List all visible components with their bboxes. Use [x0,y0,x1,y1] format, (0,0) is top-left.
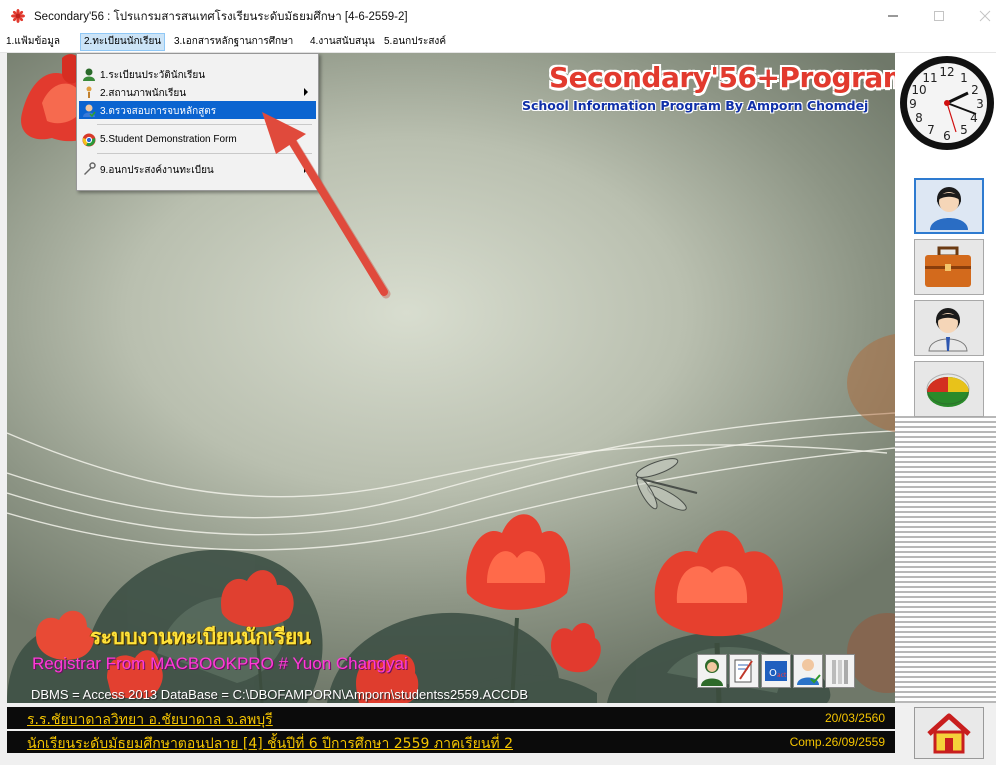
dropdown-item-label: 5.Student Demonstration Form [100,134,237,145]
student-registration-dropdown: 1.ระเบียนประวัตินักเรียน 2.สถานภาพนักเรี… [76,53,319,191]
side-student-button[interactable] [914,178,984,234]
student-icon [701,659,723,686]
home-button[interactable] [914,707,984,759]
svg-text:12: 12 [939,65,954,79]
tray-edit-button[interactable] [729,654,759,688]
status-line-school: ร.ร.ชัยบาดาลวิทยา อ.ชัยบาดาล จ.ลพบุรี 20… [7,707,895,729]
chrome-form-icon [82,133,96,147]
user-check-icon [797,659,821,685]
dropdown-item-registration-utilities[interactable]: 9.อนกประสงค์งานทะเบียน [79,160,316,178]
computer-date: Comp.26/09/2559 [789,735,885,749]
program-brand-subtitle: School Information Program By Amporn Cho… [522,98,869,113]
svg-text:10: 10 [911,83,926,97]
menu-file[interactable]: 1.แฟ้มข้อมูล [6,34,60,50]
window-title: Secondary'56 : โปรแกรมสารสนเทศโรงเรียนระ… [34,11,408,23]
svg-text:6: 6 [943,129,951,143]
pie-chart-icon [926,373,970,407]
svg-text:3: 3 [976,97,984,111]
lotus-app-icon [11,9,25,23]
dropdown-item-student-record[interactable]: 1.ระเบียนประวัตินักเรียน [79,65,316,83]
menu-support[interactable]: 4.งานสนับสนุน [310,34,375,50]
teacher-icon [928,308,968,352]
side-briefcase-button[interactable] [914,239,984,295]
dropdown-item-graduation-check[interactable]: 3.ตรวจสอบการจบหลักสูตร [79,101,316,119]
academic-level: นักเรียนระดับมัธยมศึกษาตอนปลาย [4] ชั้นป… [27,736,513,752]
side-teacher-button[interactable] [914,300,984,356]
dropdown-item-label: 2.สถานภาพนักเรียน [100,88,187,99]
system-title: ระบบงานทะเบียนนักเรียน [90,624,311,649]
menu-bar: 1.แฟ้มข้อมูล 2.ทะเบียนนักเรียน 3.เอกสารห… [0,32,996,53]
tray-report-button[interactable]: Oact [761,654,791,688]
menu-misc[interactable]: 5.อนกประสงค์ [384,34,446,50]
dropdown-item-label: 9.อนกประสงค์งานทะเบียน [100,165,214,176]
dropdown-item-demo-form[interactable]: 5.Student Demonstration Form [79,131,316,149]
title-bar: Secondary'56 : โปรแกรมสารสนเทศโรงเรียนระ… [0,0,996,32]
minimize-icon [888,15,898,17]
close-icon [979,10,991,22]
edit-document-icon [734,659,753,683]
graduation-check-icon [83,104,96,117]
side-chart-button[interactable] [914,361,984,417]
minimize-button[interactable] [870,0,916,32]
dropdown-item-student-status[interactable]: 2.สถานภาพนักเรียน [79,83,316,101]
analog-clock-icon: 12 12345 67891011 [900,56,994,150]
svg-text:7: 7 [927,123,935,137]
tray-tools-button[interactable] [825,654,855,688]
svg-text:act: act [777,672,787,679]
database-info: DBMS = Access 2013 DataBase = C:\DBOFAMP… [31,687,529,702]
wrench-icon [84,162,96,175]
dropdown-item-label: 1.ระเบียนประวัตินักเรียน [100,70,206,81]
svg-text:11: 11 [922,71,937,85]
svg-text:1: 1 [960,71,968,85]
svg-text:5: 5 [960,123,968,137]
submenu-arrow-icon [304,165,308,173]
program-brand-title: Secondary'56+Program [549,61,895,94]
status-line-level: นักเรียนระดับมัธยมศึกษาตอนปลาย [4] ชั้นป… [7,731,895,753]
status-bar: ร.ร.ชัยบาดาลวิทยา อ.ชัยบาดาล จ.ลพบุรี 20… [0,703,996,765]
report-icon: Oact [765,661,787,681]
svg-text:8: 8 [915,111,923,125]
dropdown-separator [97,124,312,125]
dropdown-separator [97,153,312,154]
svg-text:9: 9 [909,97,917,111]
current-date: 20/03/2560 [824,711,885,725]
close-button[interactable] [950,0,996,32]
dropdown-item-label: 3.ตรวจสอบการจบหลักสูตร [100,106,217,117]
status-icon [86,86,92,98]
svg-text:2: 2 [971,83,979,97]
menu-documents[interactable]: 3.เอกสารหลักฐานการศึกษา [174,34,293,50]
student-icon [930,187,968,230]
tray-user-check-button[interactable] [793,654,823,688]
menu-student-registration[interactable]: 2.ทะเบียนนักเรียน [80,33,166,51]
tray-student-button[interactable] [697,654,727,688]
home-icon [927,713,971,754]
tools-icon [832,660,848,684]
registrar-info: Registrar From MACBOOKPRO # Yuon Changya… [32,654,408,673]
student-record-icon [83,68,95,81]
school-name: ร.ร.ชัยบาดาลวิทยา อ.ชัยบาดาล จ.ลพบุรี [27,712,273,728]
submenu-arrow-icon [304,88,308,96]
svg-text:O: O [769,668,777,679]
briefcase-icon [925,246,971,287]
